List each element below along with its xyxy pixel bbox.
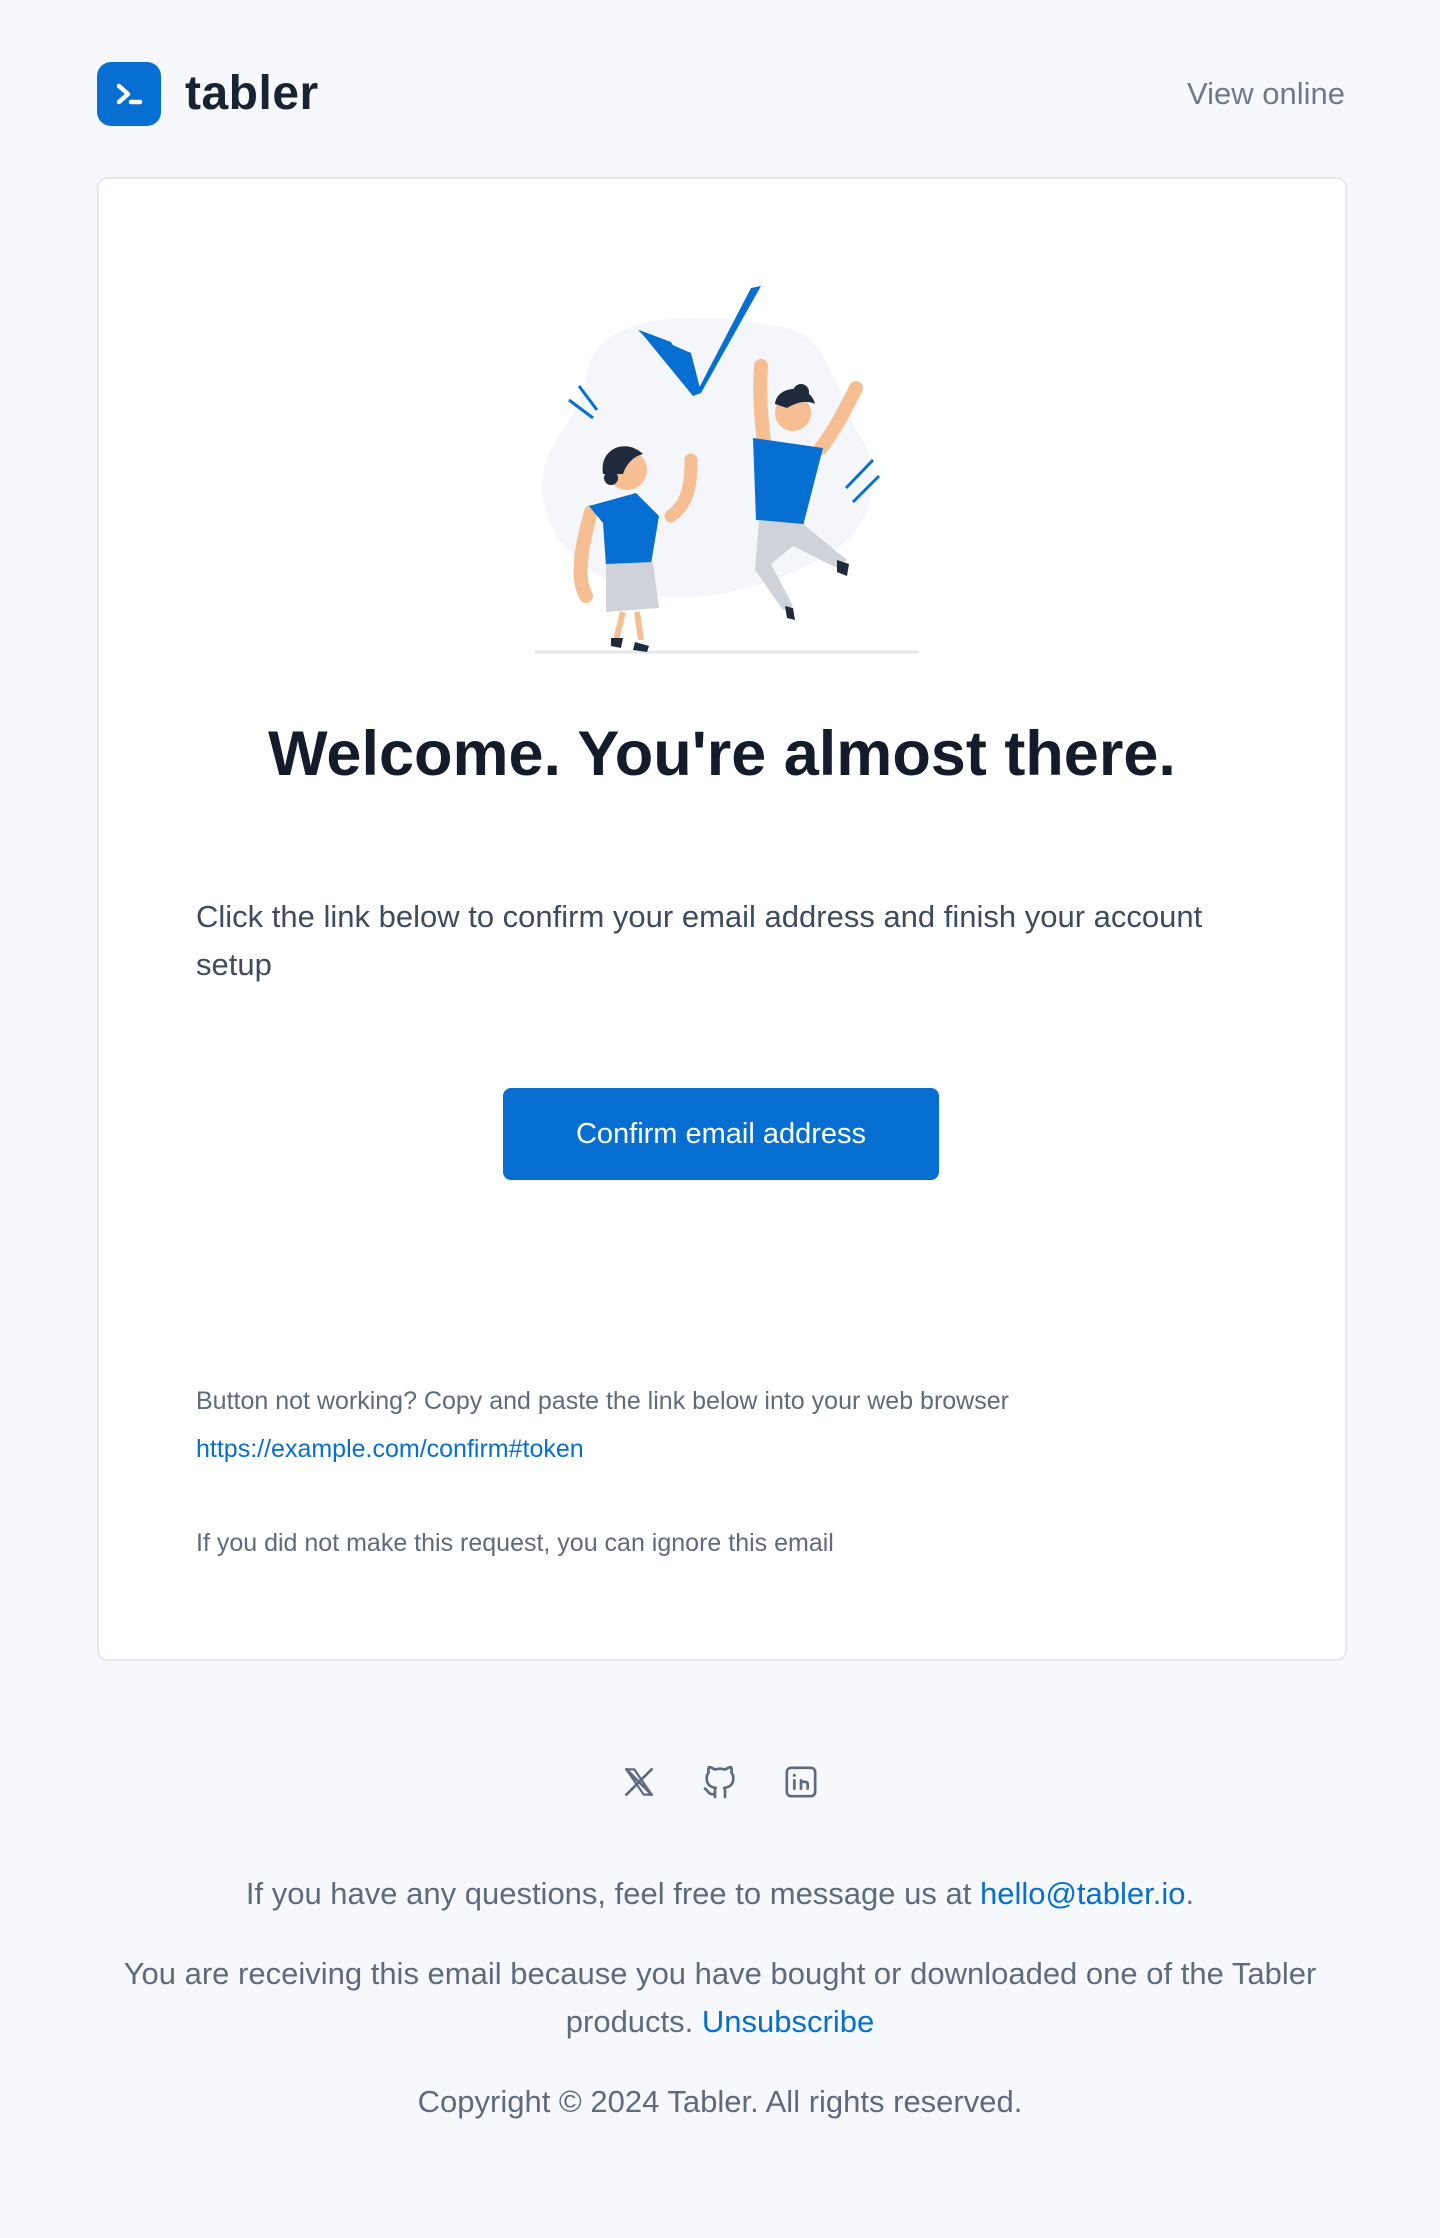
- confirm-email-button[interactable]: Confirm email address: [503, 1088, 939, 1180]
- view-online-link[interactable]: View online: [1187, 76, 1345, 112]
- terminal-icon: [97, 62, 161, 126]
- unsubscribe-link[interactable]: Unsubscribe: [702, 2004, 874, 2039]
- copyright: Copyright © 2024 Tabler. All rights rese…: [417, 2084, 1023, 2119]
- questions-text: If you have any questions, feel free to …: [97, 1870, 1343, 1918]
- social-links: [0, 1760, 1440, 1804]
- page-title: Welcome. You're almost there.: [268, 719, 1176, 789]
- linkedin-icon[interactable]: [781, 1760, 821, 1804]
- email-card: Welcome. You're almost there. Click the …: [97, 177, 1347, 1661]
- brand-name: tabler: [185, 67, 319, 120]
- questions-prefix: If you have any questions, feel free to …: [245, 1876, 980, 1911]
- fallback-text: Button not working? Copy and paste the l…: [196, 1387, 1009, 1415]
- fallback-section: Button not working? Copy and paste the l…: [196, 1377, 1256, 1473]
- celebration-illustration: [535, 286, 919, 654]
- confirm-link[interactable]: https://example.com/confirm#token: [196, 1435, 584, 1463]
- brand-logo[interactable]: tabler: [97, 62, 319, 126]
- x-icon[interactable]: [619, 1760, 659, 1804]
- contact-email-link[interactable]: hello@tabler.io: [980, 1876, 1186, 1911]
- github-icon[interactable]: [700, 1760, 740, 1804]
- receiving-text: You are receiving this email because you…: [97, 1950, 1343, 2046]
- questions-suffix: .: [1185, 1876, 1195, 1911]
- email-header: tabler View online: [97, 62, 1345, 128]
- ignore-text: If you did not make this request, you ca…: [196, 1529, 834, 1557]
- intro-text: Click the link below to confirm your ema…: [196, 899, 1203, 982]
